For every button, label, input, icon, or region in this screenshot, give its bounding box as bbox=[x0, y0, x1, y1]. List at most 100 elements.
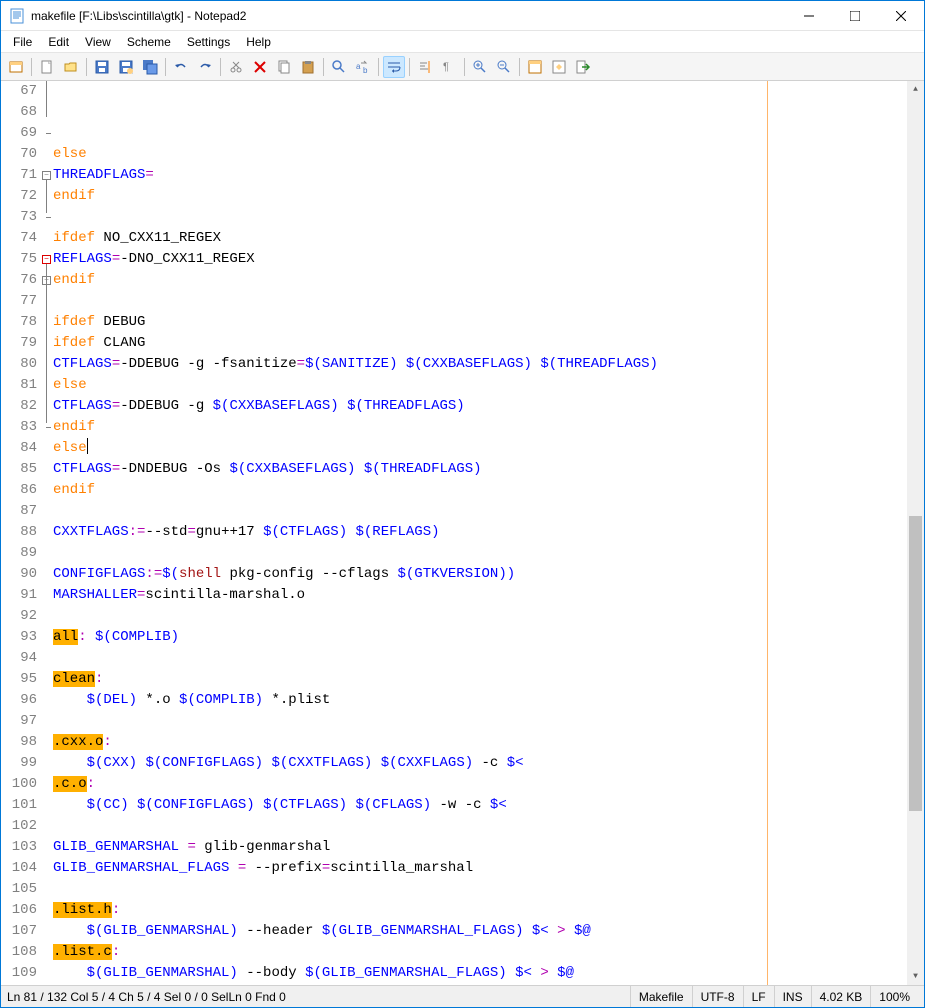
delete-icon[interactable] bbox=[249, 56, 271, 78]
line-number: 82 bbox=[1, 396, 37, 417]
toolbar-separator bbox=[31, 58, 32, 76]
code-line[interactable]: endif bbox=[53, 480, 907, 501]
code-line[interactable]: .list.h: bbox=[53, 900, 907, 921]
line-number: 76 bbox=[1, 270, 37, 291]
fold-margin[interactable]: −−− bbox=[41, 81, 53, 985]
replace-icon[interactable]: ab bbox=[352, 56, 374, 78]
exit-icon[interactable] bbox=[572, 56, 594, 78]
menubar: File Edit View Scheme Settings Help bbox=[1, 31, 924, 53]
code-line[interactable]: .c.o: bbox=[53, 774, 907, 795]
code-line[interactable]: ifdef DEBUG bbox=[53, 312, 907, 333]
find-icon[interactable] bbox=[328, 56, 350, 78]
line-number-gutter: 6768697071727374757677787980818283848586… bbox=[1, 81, 41, 985]
svg-text:¶: ¶ bbox=[443, 61, 449, 73]
code-line[interactable] bbox=[53, 543, 907, 564]
word-wrap-icon[interactable] bbox=[383, 56, 405, 78]
status-insert-mode[interactable]: INS bbox=[774, 986, 811, 1007]
vertical-scrollbar[interactable]: ▲ ▼ bbox=[907, 81, 924, 985]
code-line[interactable]: .list.c: bbox=[53, 942, 907, 963]
code-line[interactable]: CTFLAGS=-DDEBUG -g -fsanitize=$(SANITIZE… bbox=[53, 354, 907, 375]
new-file-icon[interactable] bbox=[36, 56, 58, 78]
long-lines-icon[interactable] bbox=[414, 56, 436, 78]
code-line[interactable]: GLIB_GENMARSHAL = glib-genmarshal bbox=[53, 837, 907, 858]
new-window-icon[interactable] bbox=[5, 56, 27, 78]
line-number: 105 bbox=[1, 879, 37, 900]
code-line[interactable] bbox=[53, 648, 907, 669]
undo-icon[interactable] bbox=[170, 56, 192, 78]
code-line[interactable]: CXXTFLAGS:=--std=gnu++17 $(CTFLAGS) $(RE… bbox=[53, 522, 907, 543]
fold-toggle[interactable]: − bbox=[42, 171, 51, 180]
menu-edit[interactable]: Edit bbox=[40, 33, 77, 51]
save-copy-icon[interactable] bbox=[139, 56, 161, 78]
code-line[interactable]: endif bbox=[53, 270, 907, 291]
code-line[interactable] bbox=[53, 606, 907, 627]
code-line[interactable] bbox=[53, 879, 907, 900]
code-content[interactable]: elseTHREADFLAGS=endififdef NO_CXX11_REGE… bbox=[53, 81, 907, 985]
menu-file[interactable]: File bbox=[5, 33, 40, 51]
status-encoding[interactable]: UTF-8 bbox=[692, 986, 743, 1007]
code-line[interactable]: endif bbox=[53, 186, 907, 207]
menu-view[interactable]: View bbox=[77, 33, 119, 51]
whitespace-icon[interactable]: ¶ bbox=[438, 56, 460, 78]
code-line[interactable] bbox=[53, 501, 907, 522]
scroll-down-button[interactable]: ▼ bbox=[907, 968, 924, 985]
paste-icon[interactable] bbox=[297, 56, 319, 78]
save-as-icon[interactable] bbox=[115, 56, 137, 78]
code-line[interactable]: else bbox=[53, 438, 907, 459]
close-button[interactable] bbox=[878, 1, 924, 31]
scheme-icon[interactable] bbox=[524, 56, 546, 78]
status-filesize: 4.02 KB bbox=[811, 986, 871, 1007]
code-line[interactable] bbox=[53, 207, 907, 228]
line-number: 69 bbox=[1, 123, 37, 144]
code-line[interactable]: THREADFLAGS= bbox=[53, 165, 907, 186]
save-icon[interactable] bbox=[91, 56, 113, 78]
code-line[interactable] bbox=[53, 816, 907, 837]
scroll-thumb[interactable] bbox=[909, 516, 922, 812]
code-line[interactable]: else bbox=[53, 375, 907, 396]
scroll-track[interactable] bbox=[907, 98, 924, 968]
fold-toggle[interactable]: − bbox=[42, 255, 51, 264]
redo-icon[interactable] bbox=[194, 56, 216, 78]
code-line[interactable]: all: $(COMPLIB) bbox=[53, 627, 907, 648]
line-number: 80 bbox=[1, 354, 37, 375]
window-controls bbox=[786, 1, 924, 31]
code-line[interactable]: CTFLAGS=-DNDEBUG -Os $(CXXBASEFLAGS) $(T… bbox=[53, 459, 907, 480]
code-line[interactable]: CTFLAGS=-DDEBUG -g $(CXXBASEFLAGS) $(THR… bbox=[53, 396, 907, 417]
menu-help[interactable]: Help bbox=[238, 33, 279, 51]
cut-icon[interactable] bbox=[225, 56, 247, 78]
menu-settings[interactable]: Settings bbox=[179, 33, 238, 51]
menu-scheme[interactable]: Scheme bbox=[119, 33, 179, 51]
status-zoom[interactable]: 100% bbox=[870, 986, 918, 1007]
line-number: 71 bbox=[1, 165, 37, 186]
line-number: 92 bbox=[1, 606, 37, 627]
scroll-up-button[interactable]: ▲ bbox=[907, 81, 924, 98]
code-line[interactable]: $(GLIB_GENMARSHAL) --body $(GLIB_GENMARS… bbox=[53, 963, 907, 984]
customize-icon[interactable] bbox=[548, 56, 570, 78]
code-line[interactable]: .cxx.o: bbox=[53, 732, 907, 753]
code-line[interactable] bbox=[53, 291, 907, 312]
editor-area[interactable]: 6768697071727374757677787980818283848586… bbox=[1, 81, 924, 985]
maximize-button[interactable] bbox=[832, 1, 878, 31]
code-line[interactable]: clean: bbox=[53, 669, 907, 690]
zoom-out-icon[interactable] bbox=[493, 56, 515, 78]
code-line[interactable]: REFLAGS=-DNO_CXX11_REGEX bbox=[53, 249, 907, 270]
code-line[interactable]: ifdef NO_CXX11_REGEX bbox=[53, 228, 907, 249]
code-line[interactable]: else bbox=[53, 144, 907, 165]
code-line[interactable]: GLIB_GENMARSHAL_FLAGS = --prefix=scintil… bbox=[53, 858, 907, 879]
zoom-in-icon[interactable] bbox=[469, 56, 491, 78]
code-line[interactable]: endif bbox=[53, 417, 907, 438]
code-line[interactable]: MARSHALLER=scintilla-marshal.o bbox=[53, 585, 907, 606]
minimize-button[interactable] bbox=[786, 1, 832, 31]
code-line[interactable] bbox=[53, 984, 907, 985]
status-language[interactable]: Makefile bbox=[630, 986, 692, 1007]
code-line[interactable]: $(GLIB_GENMARSHAL) --header $(GLIB_GENMA… bbox=[53, 921, 907, 942]
code-line[interactable]: $(CXX) $(CONFIGFLAGS) $(CXXTFLAGS) $(CXX… bbox=[53, 753, 907, 774]
code-line[interactable] bbox=[53, 711, 907, 732]
code-line[interactable]: ifdef CLANG bbox=[53, 333, 907, 354]
code-line[interactable]: CONFIGFLAGS:=$(shell pkg-config --cflags… bbox=[53, 564, 907, 585]
open-file-icon[interactable] bbox=[60, 56, 82, 78]
code-line[interactable]: $(DEL) *.o $(COMPLIB) *.plist bbox=[53, 690, 907, 711]
code-line[interactable]: $(CC) $(CONFIGFLAGS) $(CTFLAGS) $(CFLAGS… bbox=[53, 795, 907, 816]
status-eol[interactable]: LF bbox=[743, 986, 774, 1007]
copy-icon[interactable] bbox=[273, 56, 295, 78]
